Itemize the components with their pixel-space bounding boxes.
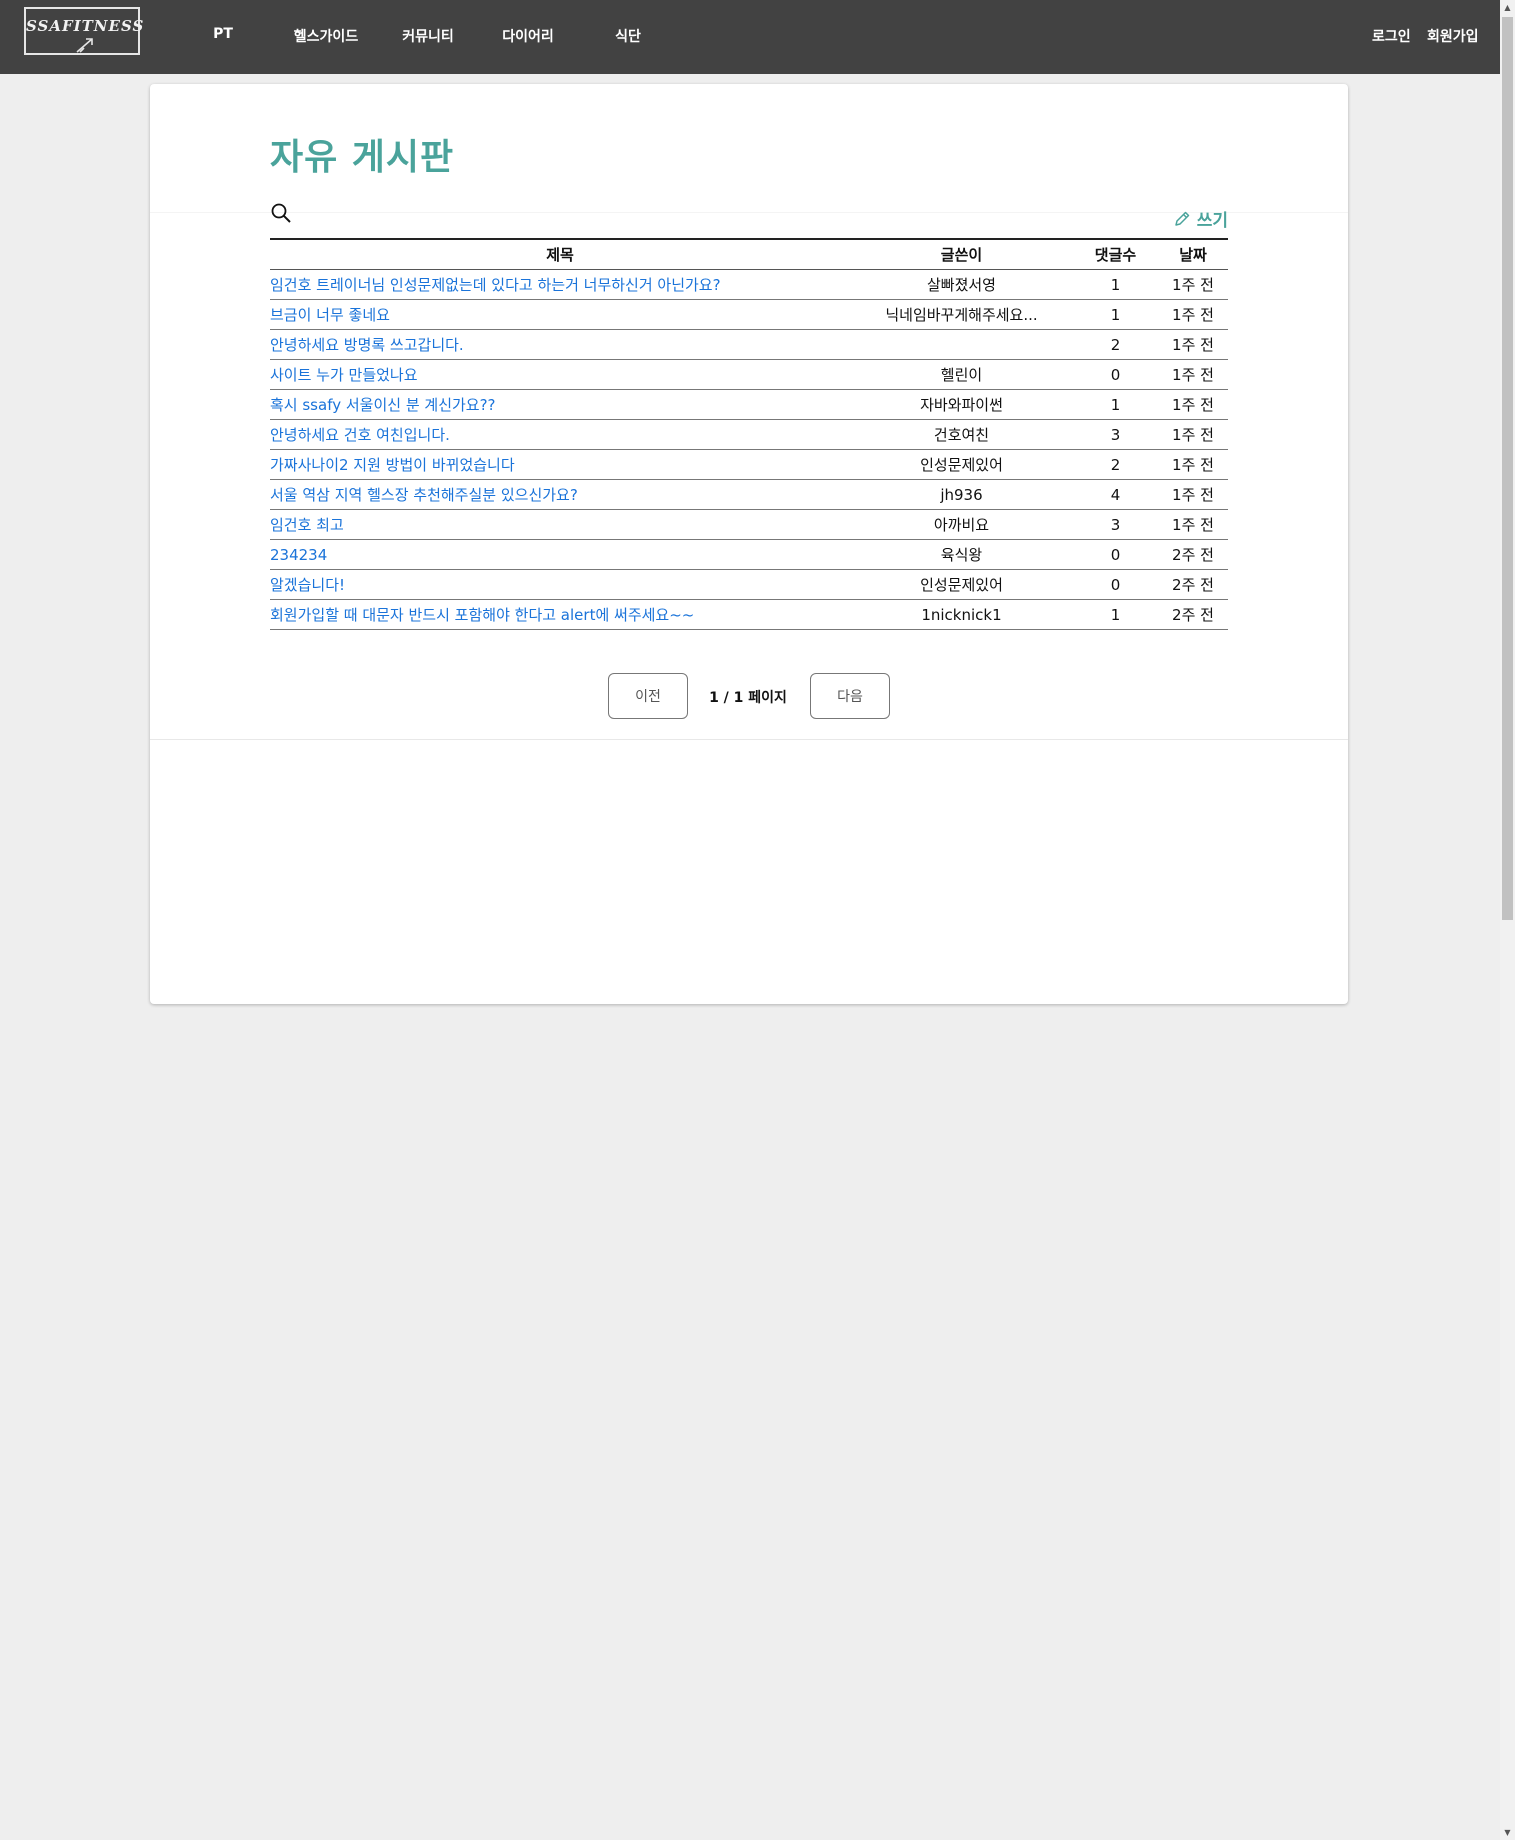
- table-row[interactable]: 회원가입할 때 대문자 반드시 포함해야 한다고 alert에 써주세요~~ 1n…: [270, 599, 1228, 630]
- post-date: 1주 전: [1158, 449, 1228, 480]
- page-scrollbar[interactable]: ▲ ▼: [1500, 0, 1515, 1840]
- post-title-link[interactable]: 임건호 트레이너님 인성문제없는데 있다고 하는거 너무하신거 아닌가요?: [270, 269, 850, 300]
- board-card: 자유 게시판 쓰기 제목 글쓴이 댓글수 날짜 임건호 트레이너님 인성문제없는…: [150, 84, 1348, 1004]
- col-header-date: 날짜: [1158, 239, 1228, 270]
- post-author: 아까비요: [850, 509, 1073, 540]
- post-title-link[interactable]: 안녕하세요 방명록 쓰고갑니다.: [270, 329, 850, 360]
- post-author: 인성문제있어: [850, 569, 1073, 600]
- table-row[interactable]: 알겠습니다! 인성문제있어 0 2주 전: [270, 569, 1228, 600]
- post-author: 1nicknick1: [850, 599, 1073, 630]
- table-header-row: 제목 글쓴이 댓글수 날짜: [270, 239, 1228, 270]
- post-author: 헬린이: [850, 359, 1073, 390]
- post-date: 1주 전: [1158, 359, 1228, 390]
- table-row[interactable]: 임건호 최고 아까비요 3 1주 전: [270, 509, 1228, 540]
- table-row[interactable]: 안녕하세요 방명록 쓰고갑니다. 2 1주 전: [270, 329, 1228, 360]
- post-author: [850, 329, 1073, 360]
- post-comment-count: 1: [1073, 389, 1158, 420]
- page-indicator: 1 / 1 페이지: [709, 690, 787, 706]
- post-date: 1주 전: [1158, 329, 1228, 360]
- post-comment-count: 3: [1073, 509, 1158, 540]
- table-row[interactable]: 임건호 트레이너님 인성문제없는데 있다고 하는거 너무하신거 아닌가요? 살빠졌…: [270, 269, 1228, 300]
- post-date: 1주 전: [1158, 479, 1228, 510]
- pencil-icon: [1174, 211, 1189, 226]
- nav-pt[interactable]: PT: [213, 26, 233, 42]
- post-author: 살빠졌서영: [850, 269, 1073, 300]
- table-row[interactable]: 브금이 너무 좋네요 닉네임바꾸게해주세요... 1 1주 전: [270, 299, 1228, 330]
- post-date: 1주 전: [1158, 299, 1228, 330]
- post-date: 2주 전: [1158, 539, 1228, 570]
- post-comment-count: 2: [1073, 449, 1158, 480]
- post-date: 1주 전: [1158, 509, 1228, 540]
- post-comment-count: 2: [1073, 329, 1158, 360]
- table-row[interactable]: 혹시 ssafy 서울이신 분 계신가요?? 자바와파이썬 1 1주 전: [270, 389, 1228, 420]
- scroll-up-icon[interactable]: ▲: [1500, 0, 1515, 15]
- post-comment-count: 1: [1073, 269, 1158, 300]
- page-title: 자유 게시판: [270, 137, 455, 178]
- nav-diary[interactable]: 다이어리: [502, 26, 554, 46]
- table-row[interactable]: 사이트 누가 만들었나요 헬린이 0 1주 전: [270, 359, 1228, 390]
- post-author: 건호여친: [850, 419, 1073, 450]
- table-row[interactable]: 가짜사나이2 지원 방법이 바뀌었습니다 인성문제있어 2 1주 전: [270, 449, 1228, 480]
- post-date: 2주 전: [1158, 569, 1228, 600]
- scroll-thumb[interactable]: [1502, 17, 1513, 920]
- write-button[interactable]: 쓰기: [1173, 206, 1228, 231]
- login-link[interactable]: 로그인: [1372, 26, 1411, 46]
- table-row[interactable]: 서울 역삼 지역 헬스장 추천해주실분 있으신가요? jh936 4 1주 전: [270, 479, 1228, 510]
- table-row[interactable]: 안녕하세요 건호 여친입니다. 건호여친 3 1주 전: [270, 419, 1228, 450]
- post-title-link[interactable]: 사이트 누가 만들었나요: [270, 359, 850, 390]
- nav-community[interactable]: 커뮤니티: [402, 26, 454, 46]
- divider: [150, 212, 1348, 213]
- site-logo[interactable]: SSAFITNESS: [24, 7, 145, 55]
- col-header-author: 글쓴이: [850, 239, 1073, 270]
- col-header-comments: 댓글수: [1073, 239, 1158, 270]
- table-row[interactable]: 234234 육식왕 0 2주 전: [270, 539, 1228, 570]
- logo-arrow-icon: [76, 38, 93, 53]
- post-title-link[interactable]: 가짜사나이2 지원 방법이 바뀌었습니다: [270, 449, 850, 480]
- signup-link[interactable]: 회원가입: [1427, 26, 1479, 46]
- post-title-link[interactable]: 회원가입할 때 대문자 반드시 포함해야 한다고 alert에 써주세요~~: [270, 599, 850, 630]
- scroll-down-icon[interactable]: ▼: [1500, 1825, 1515, 1840]
- post-author: jh936: [850, 479, 1073, 510]
- post-comment-count: 1: [1073, 299, 1158, 330]
- post-title-link[interactable]: 임건호 최고: [270, 509, 850, 540]
- nav-diet[interactable]: 식단: [615, 26, 641, 46]
- post-date: 1주 전: [1158, 419, 1228, 450]
- prev-page-button[interactable]: 이전: [608, 673, 688, 719]
- post-table: 제목 글쓴이 댓글수 날짜 임건호 트레이너님 인성문제없는데 있다고 하는거 …: [270, 238, 1228, 630]
- post-title-link[interactable]: 안녕하세요 건호 여친입니다.: [270, 419, 850, 450]
- post-date: 1주 전: [1158, 269, 1228, 300]
- top-navbar: SSAFITNESS PT 헬스가이드 커뮤니티 다이어리 식단 로그인 회원가…: [0, 0, 1500, 74]
- post-title-link[interactable]: 알겠습니다!: [270, 569, 850, 600]
- post-comment-count: 1: [1073, 599, 1158, 630]
- search-icon[interactable]: [270, 202, 292, 224]
- post-date: 2주 전: [1158, 599, 1228, 630]
- post-author: 닉네임바꾸게해주세요...: [850, 299, 1073, 330]
- post-comment-count: 4: [1073, 479, 1158, 510]
- post-title-link[interactable]: 혹시 ssafy 서울이신 분 계신가요??: [270, 389, 850, 420]
- post-author: 자바와파이썬: [850, 389, 1073, 420]
- col-header-title: 제목: [270, 239, 850, 270]
- post-comment-count: 3: [1073, 419, 1158, 450]
- post-comment-count: 0: [1073, 359, 1158, 390]
- nav-health-guide[interactable]: 헬스가이드: [294, 26, 358, 46]
- post-author: 인성문제있어: [850, 449, 1073, 480]
- post-title-link[interactable]: 브금이 너무 좋네요: [270, 299, 850, 330]
- write-label: 쓰기: [1196, 211, 1228, 231]
- post-title-link[interactable]: 서울 역삼 지역 헬스장 추천해주실분 있으신가요?: [270, 479, 850, 510]
- post-comment-count: 0: [1073, 539, 1158, 570]
- logo-text: SSAFITNESS: [26, 17, 145, 35]
- post-date: 1주 전: [1158, 389, 1228, 420]
- post-title-link[interactable]: 234234: [270, 539, 850, 570]
- next-page-button[interactable]: 다음: [810, 673, 890, 719]
- post-comment-count: 0: [1073, 569, 1158, 600]
- divider: [150, 739, 1348, 740]
- post-author: 육식왕: [850, 539, 1073, 570]
